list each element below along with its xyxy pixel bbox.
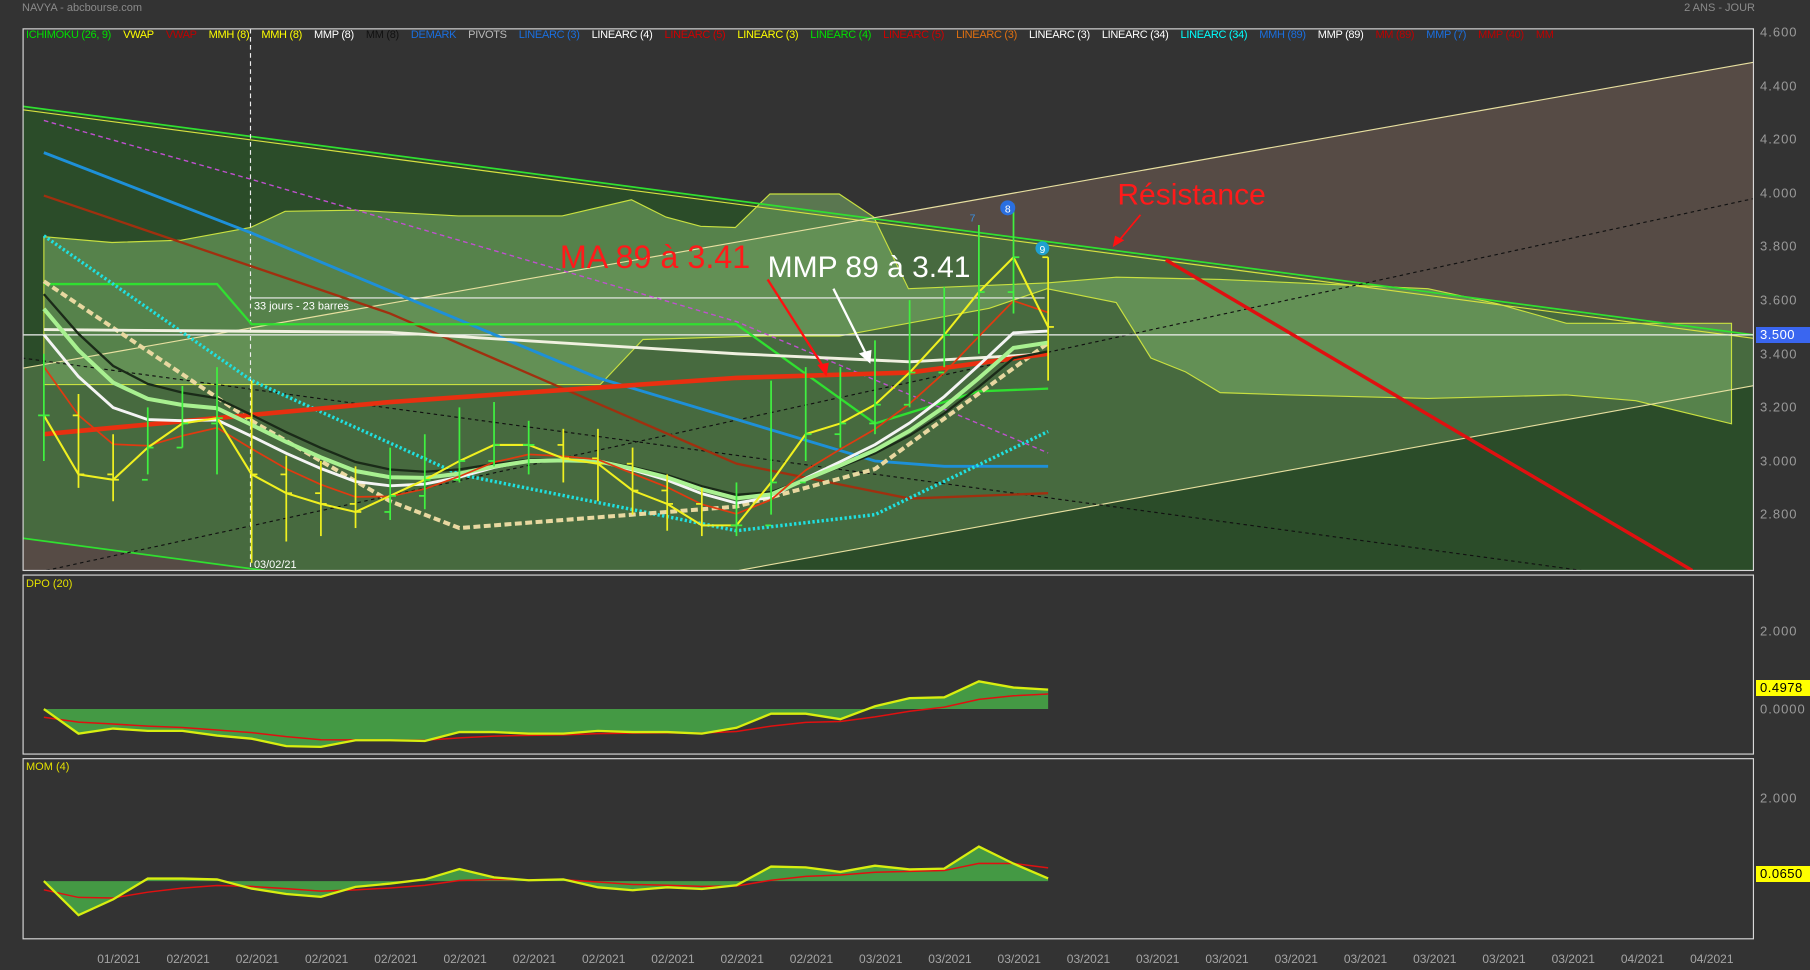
legend-item[interactable]: MM (8)	[366, 29, 399, 41]
date-cursor-label: 03/02/21	[254, 559, 297, 571]
date-axis-label: 03/2021	[1066, 952, 1111, 966]
dpo-last-value: 0.4978	[1756, 680, 1810, 696]
mmp89-annotation: MMP 89 à 3.41	[768, 251, 971, 284]
legend-item[interactable]: VWAP	[166, 29, 197, 41]
demark-7-label: 7	[970, 214, 976, 225]
legend-item[interactable]: LINEARC (3)	[737, 29, 798, 41]
price-axis-label: 4.400	[1760, 78, 1798, 94]
legend-item[interactable]: MMH (8)	[261, 29, 302, 41]
demark-9-label: 9	[1039, 245, 1045, 256]
legend-item[interactable]: LINEARC (5)	[665, 29, 726, 41]
dpo-axis-0: 0.0000	[1760, 701, 1806, 717]
legend-item[interactable]: VWAP	[123, 29, 154, 41]
dpo-axis-2: 2.000	[1760, 623, 1798, 639]
date-axis-label: 03/2021	[1413, 952, 1457, 966]
legend-item[interactable]: PIVOTS	[468, 29, 507, 41]
date-axis-label: 03/2021	[928, 952, 972, 966]
legend-item[interactable]: LINEARC (3)	[519, 29, 580, 41]
legend-item[interactable]: DEMARK	[411, 29, 457, 41]
legend-item[interactable]: LINEARC (34)	[1102, 29, 1169, 41]
date-axis-label: 04/2021	[1620, 952, 1665, 966]
date-axis-label: 02/2021	[720, 952, 764, 966]
legend-item[interactable]: MMP (40)	[1478, 29, 1524, 41]
date-axis-label: 03/2021	[997, 952, 1041, 966]
demark-8-label: 8	[1005, 204, 1011, 215]
legend-item[interactable]: MMH (8)	[209, 29, 250, 41]
legend-item[interactable]: LINEARC (3)	[1029, 29, 1090, 41]
price-axis-label: 3.000	[1760, 453, 1798, 469]
date-axis-label: 02/2021	[235, 952, 280, 966]
legend-item[interactable]: MMP (7)	[1426, 29, 1466, 41]
date-axis-label: 02/2021	[166, 952, 210, 966]
date-axis-label: 02/2021	[512, 952, 557, 966]
date-axis-label: 02/2021	[374, 952, 418, 966]
price-axis-label: 4.000	[1760, 185, 1798, 201]
price-axis-label: 3.200	[1760, 399, 1798, 415]
date-axis-label: 03/2021	[1274, 952, 1318, 966]
date-axis-label: 03/2021	[1551, 952, 1595, 966]
resistance-annotation: Résistance	[1117, 178, 1265, 211]
price-axis-label: 3.800	[1760, 238, 1798, 254]
date-axis-label: 03/2021	[859, 952, 903, 966]
date-axis-label: 04/2021	[1690, 952, 1734, 966]
legend-item[interactable]: LINEARC (5)	[883, 29, 944, 41]
current-price-tag: 3.500	[1756, 327, 1810, 343]
date-axis-label: 02/2021	[581, 952, 626, 966]
legend-item[interactable]: MM	[1536, 29, 1554, 41]
legend-item[interactable]: MMP (8)	[314, 29, 354, 41]
legend-item[interactable]: LINEARC (4)	[810, 29, 871, 41]
date-axis-label: 03/2021	[1343, 952, 1388, 966]
date-axis-label: 02/2021	[789, 952, 834, 966]
price-axis-label: 3.600	[1760, 292, 1798, 308]
date-axis-label: 03/2021	[1136, 952, 1180, 966]
legend-item[interactable]: MMH (89)	[1259, 29, 1306, 41]
date-axis-label: 02/2021	[443, 952, 487, 966]
mom-axis-2: 2.000	[1760, 790, 1798, 806]
legend-item[interactable]: MMP (89)	[1318, 29, 1364, 41]
date-axis-label: 03/2021	[1205, 952, 1249, 966]
mom-panel	[22, 758, 1755, 940]
measure-label: 33 jours - 23 barres	[254, 300, 349, 312]
price-axis-label: 3.400	[1760, 346, 1798, 362]
indicator-legend: ICHIMOKU (26, 9) VWAP VWAP MMH (8) MMH (8) MM…	[26, 29, 1810, 45]
date-axis-label: 03/2021	[1482, 952, 1526, 966]
date-axis-label: 01/2021	[97, 952, 141, 966]
price-chart[interactable]: MA 89 à 3.41 MMP 89 à 3.41 Résistance 33…	[0, 0, 1810, 970]
ma89-annotation: MA 89 à 3.41	[560, 239, 750, 275]
legend-item[interactable]: LINEARC (3)	[956, 29, 1017, 41]
legend-item[interactable]: LINEARC (4)	[592, 29, 653, 41]
legend-item[interactable]: LINEARC (34)	[1181, 29, 1248, 41]
date-axis-label: 02/2021	[304, 952, 349, 966]
legend-item[interactable]: MM (89)	[1375, 29, 1414, 41]
price-axis-label: 2.800	[1760, 506, 1798, 522]
legend-item[interactable]: ICHIMOKU (26, 9)	[26, 29, 111, 41]
mom-title: MOM (4)	[26, 761, 70, 773]
price-axis-label: 4.200	[1760, 131, 1798, 147]
date-axis-label: 02/2021	[651, 952, 695, 966]
mom-last-value: 0.0650	[1756, 866, 1810, 882]
dpo-title: DPO (20)	[26, 578, 73, 590]
